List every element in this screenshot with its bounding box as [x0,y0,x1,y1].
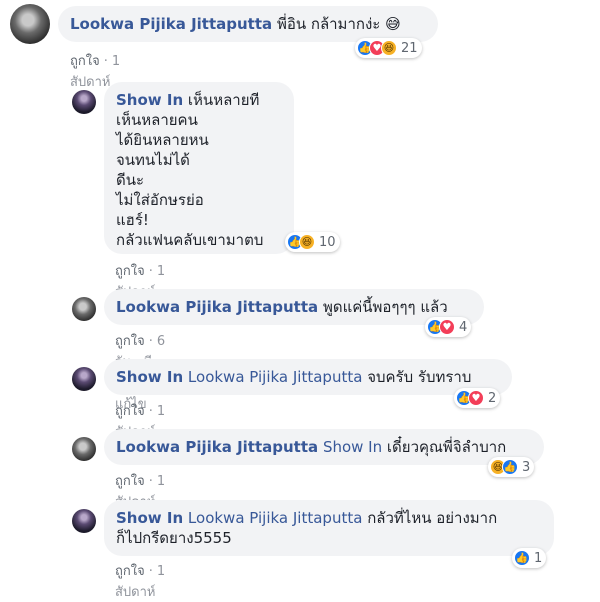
reaction-summary[interactable]: 👍 ♥ 😆 21 [355,38,422,58]
comment-author[interactable]: Lookwa Pijika Jittaputta [116,438,318,456]
like-link[interactable]: ถูกใจ [115,334,145,349]
avatar[interactable] [72,90,96,114]
like-link[interactable]: ถูกใจ [115,564,145,579]
avatar[interactable] [72,509,96,533]
comment-author[interactable]: Show In [116,368,183,386]
reaction-count: 21 [401,40,418,56]
like-link[interactable]: ถูกใจ [70,54,100,69]
love-icon: ♥ [468,390,484,406]
reaction-summary[interactable]: 👍 😆 10 [285,232,340,252]
avatar[interactable] [72,437,96,461]
comment-actions: ถูกใจ·1 สัปดาห์ [115,564,166,600]
like-link[interactable]: ถูกใจ [115,404,145,419]
reaction-summary[interactable]: 👍 ♥ 4 [425,317,472,337]
comment-text: จบครับ รับทราบ [367,368,472,386]
avatar[interactable] [10,4,50,44]
comment-author[interactable]: Lookwa Pijika Jittaputta [116,298,318,316]
haha-icon: 😆 [299,234,315,250]
avatar[interactable] [72,367,96,391]
mention-link[interactable]: Show In [323,438,382,456]
mention-link[interactable]: Lookwa Pijika Jittaputta [188,368,363,386]
comment-author[interactable]: Show In [116,509,183,527]
reaction-count: 3 [522,459,531,475]
comment-bubble: Show In Lookwa Pijika Jittaputta จบครับ … [104,359,512,395]
comment-bubble: Lookwa Pijika Jittaputta Show In เดี๋ยวค… [104,429,544,465]
comment-text: พูดแค่นี้พอๆๆๆ แล้ว [322,298,448,316]
haha-icon: 😆 [381,40,397,56]
like-link[interactable]: ถูกใจ [115,474,145,489]
reaction-summary[interactable]: 👍 ♥ 2 [454,388,501,408]
comment-text: พี่อิน กล้ามากง่ะ 😅 [276,15,401,33]
reaction-count: 10 [319,234,336,250]
comment-bubble: Show In เห็นหลายที เห็นหลายคน ได้ยินหลาย… [104,82,294,254]
comment-bubble: Lookwa Pijika Jittaputta พี่อิน กล้ามากง… [58,6,438,42]
comment-text: เห็นหลายที เห็นหลายคน ได้ยินหลายหน จนทนไ… [116,91,264,249]
reaction-summary[interactable]: 😆 👍 3 [488,457,535,477]
like-icon: 👍 [514,550,530,566]
comment-author[interactable]: Show In [116,91,183,109]
reaction-count: 4 [459,319,468,335]
love-icon: ♥ [439,319,455,335]
like-icon: 👍 [502,459,518,475]
like-link[interactable]: ถูกใจ [115,264,145,279]
mention-link[interactable]: Lookwa Pijika Jittaputta [188,509,363,527]
comment-author[interactable]: Lookwa Pijika Jittaputta [70,15,272,33]
comment-bubble: Show In Lookwa Pijika Jittaputta กลัวที่… [104,500,554,556]
avatar[interactable] [72,297,96,321]
reaction-summary[interactable]: 👍 1 [512,548,547,568]
reaction-count: 2 [488,390,497,406]
comment-text: เดี๋ยวคุณพี่จิลำบาก [386,438,507,456]
reaction-count: 1 [534,550,543,566]
